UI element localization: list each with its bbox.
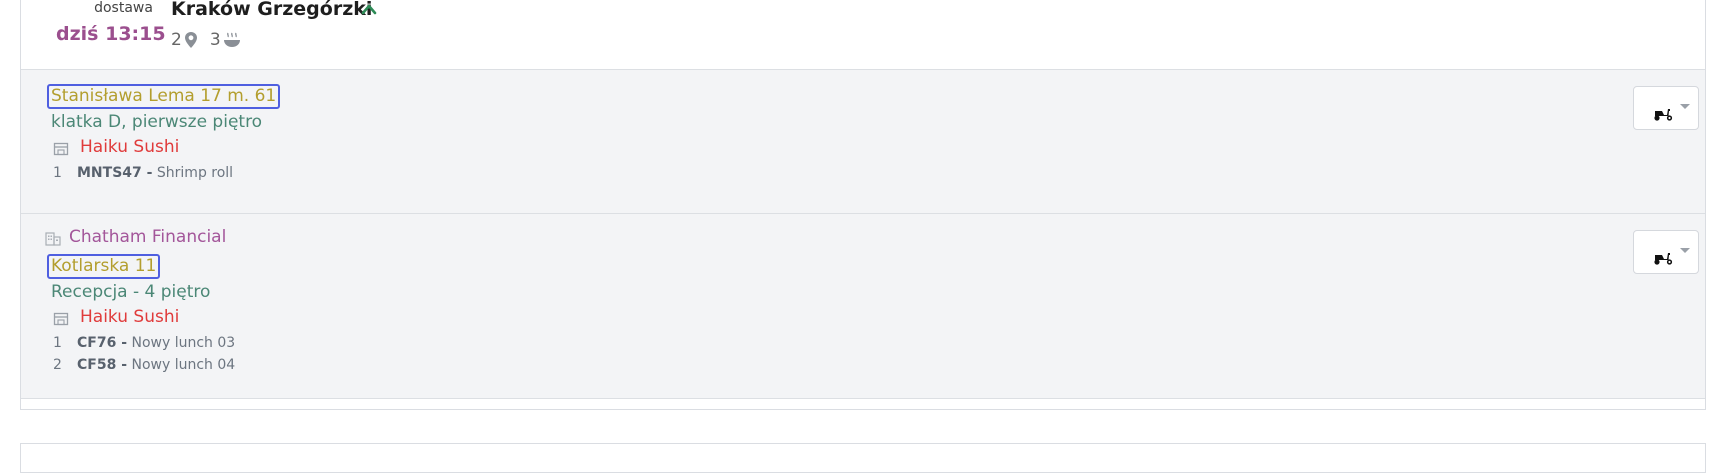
- dropdown-caret-icon: [1680, 248, 1690, 253]
- route-title: Kraków Grzegórzki: [171, 0, 373, 20]
- meals-count: 3: [209, 30, 221, 50]
- item-name: Nowy lunch 04: [127, 357, 236, 373]
- list-item: 2 CF58 - Nowy lunch 04: [53, 357, 235, 373]
- order-note: klatka D, pierwsze piętro: [51, 112, 263, 132]
- assign-courier-button[interactable]: [1633, 230, 1699, 274]
- locations-count: 2: [171, 30, 182, 50]
- item-qty: 1: [53, 335, 62, 351]
- chevron-up-icon[interactable]: [361, 3, 377, 15]
- company-name: Chatham Financial: [69, 227, 227, 247]
- item-code: CF76 -: [77, 335, 128, 351]
- restaurant-name: Haiku Sushi: [80, 307, 180, 327]
- list-item: 1 CF76 - Nowy lunch 03: [53, 335, 235, 351]
- store-icon: [53, 312, 69, 326]
- item-qty: 1: [53, 165, 62, 181]
- order-note: Recepcja - 4 piętro: [51, 282, 211, 302]
- delivery-time: dziś 13:15: [56, 23, 166, 45]
- next-route-card: [20, 443, 1706, 473]
- route-card: dostawa dziś 13:15 Kraków Grzegórzki 2 3…: [20, 0, 1706, 410]
- scooter-icon: [1654, 109, 1673, 121]
- delivery-order: Stanisława Lema 17 m. 61 klatka D, pierw…: [21, 69, 1705, 213]
- map-pin-icon: [184, 32, 197, 48]
- restaurant-name: Haiku Sushi: [80, 137, 180, 157]
- item-qty: 2: [53, 357, 62, 373]
- scooter-icon: [1654, 253, 1673, 265]
- dropdown-caret-icon: [1680, 104, 1690, 109]
- item-code: CF58 -: [77, 357, 128, 373]
- route-counts: 2 3: [171, 30, 253, 50]
- delivery-order: Chatham Financial Kotlarska 11 Recepcja …: [21, 213, 1705, 399]
- bowl-icon: [223, 32, 240, 47]
- assign-courier-button[interactable]: [1633, 86, 1699, 130]
- delivery-label: dostawa: [94, 0, 153, 16]
- list-item: 1 MNTS47 - Shrimp roll: [53, 165, 233, 181]
- item-name: Shrimp roll: [152, 165, 234, 181]
- store-icon: [53, 142, 69, 156]
- item-code: MNTS47 -: [77, 165, 153, 181]
- order-address[interactable]: Kotlarska 11: [47, 254, 161, 279]
- order-address[interactable]: Stanisława Lema 17 m. 61: [47, 84, 281, 109]
- item-name: Nowy lunch 03: [127, 335, 236, 351]
- building-icon: [45, 232, 61, 246]
- route-header: dostawa dziś 13:15 Kraków Grzegórzki 2 3: [21, 0, 1705, 70]
